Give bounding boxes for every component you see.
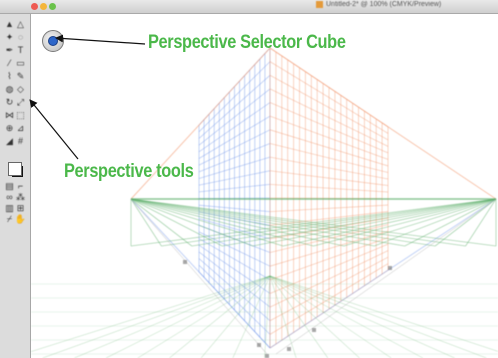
- width-icon[interactable]: ⋈: [5, 111, 14, 120]
- ground-grid-ray: [269, 275, 455, 358]
- grid-widget-handle[interactable]: [257, 343, 261, 347]
- grid-widget-handle[interactable]: [287, 347, 291, 351]
- document-title-text: Untitled-2* @ 100% (CMYK/Preview): [326, 1, 442, 8]
- grid-widget-handle[interactable]: [265, 354, 269, 358]
- artboard-icon[interactable]: ⊞: [16, 204, 25, 213]
- perspective-selector-cube-callout: Perspective Selector Cube: [148, 32, 346, 53]
- free-transform-icon[interactable]: ⬚: [16, 111, 25, 120]
- graph-icon[interactable]: ▥: [5, 204, 14, 213]
- mesh-icon[interactable]: #: [16, 137, 25, 146]
- perspective-grid-icon[interactable]: ⊿: [16, 124, 25, 133]
- document-title: Untitled-2* @ 100% (CMYK/Preview): [316, 1, 441, 8]
- ground-grid-ray: [232, 275, 271, 358]
- ground-ray-left: [130, 198, 466, 247]
- document-icon: [316, 1, 323, 8]
- hand-icon[interactable]: ✋: [15, 215, 26, 224]
- grid-widget-handle[interactable]: [312, 328, 316, 332]
- symbol-sprayer-icon[interactable]: ⁂: [16, 193, 25, 202]
- perspective-selection-icon[interactable]: ◢: [5, 137, 14, 146]
- ground-ray-left: [130, 198, 314, 247]
- ground-grid-ray: [269, 275, 498, 352]
- minimize-button[interactable]: [40, 3, 47, 10]
- grid-widget-handle[interactable]: [183, 260, 187, 264]
- ground-grid-ray: [269, 275, 487, 358]
- ground-grid-ray: [137, 275, 271, 358]
- direct-selection-icon[interactable]: △: [16, 20, 25, 29]
- ground-grid-ray: [269, 275, 329, 358]
- selection-arrow-icon[interactable]: ▲: [5, 20, 14, 29]
- artboard-canvas[interactable]: [31, 14, 498, 358]
- slice-icon[interactable]: ⌿: [5, 215, 14, 224]
- close-button[interactable]: [31, 3, 38, 10]
- eyedropper-icon[interactable]: ⌐: [16, 182, 25, 191]
- tools-panel: ▲ △ ✦ ◌ ✒ T ⁄ ▭ ⌇ ✎ ◍ ◇ ↻ ⤢ ⋈ ⬚ ⊕ ⊿ ◢ # ▤ ⌐ ∞ ⁂ ▥ ⊞ ⌿ ✋: [0, 14, 31, 358]
- pen-icon[interactable]: ✒: [5, 46, 14, 55]
- ground-ray-left: [130, 198, 375, 247]
- shape-builder-icon[interactable]: ⊕: [5, 124, 14, 133]
- title-bar[interactable]: Untitled-2* @ 100% (CMYK/Preview): [0, 0, 498, 14]
- gradient-icon[interactable]: ▤: [5, 182, 14, 191]
- lasso-icon[interactable]: ◌: [16, 33, 25, 42]
- right-extent-top: [269, 47, 497, 200]
- perspective-selector-cube-icon[interactable]: [42, 30, 64, 52]
- line-icon[interactable]: ⁄: [5, 59, 14, 68]
- zoom-button[interactable]: [49, 3, 56, 10]
- blend-icon[interactable]: ∞: [5, 193, 14, 202]
- paintbrush-icon[interactable]: ⌇: [5, 72, 14, 81]
- rotate-icon[interactable]: ↻: [5, 98, 14, 107]
- ground-grid-ray: [105, 275, 271, 358]
- grid-widget-handle[interactable]: [388, 266, 392, 270]
- pencil-icon[interactable]: ✎: [16, 72, 25, 81]
- magic-wand-icon[interactable]: ✦: [5, 33, 14, 42]
- perspective-grid: [31, 47, 498, 358]
- left-plane-face[interactable]: [48, 36, 58, 46]
- blob-brush-icon[interactable]: ◍: [5, 85, 14, 94]
- fill-color-swatch[interactable]: [8, 162, 22, 176]
- type-icon[interactable]: T: [16, 46, 25, 55]
- rectangle-icon[interactable]: ▭: [16, 59, 25, 68]
- ground-ray-right: [222, 198, 497, 247]
- illustrator-window: Untitled-2* @ 100% (CMYK/Preview) ▲ △ ✦ ◌ ✒ T…: [0, 0, 498, 358]
- perspective-tools-callout: Perspective tools: [64, 161, 194, 182]
- scale-icon[interactable]: ⤢: [16, 98, 25, 107]
- eraser-icon[interactable]: ◇: [16, 85, 25, 94]
